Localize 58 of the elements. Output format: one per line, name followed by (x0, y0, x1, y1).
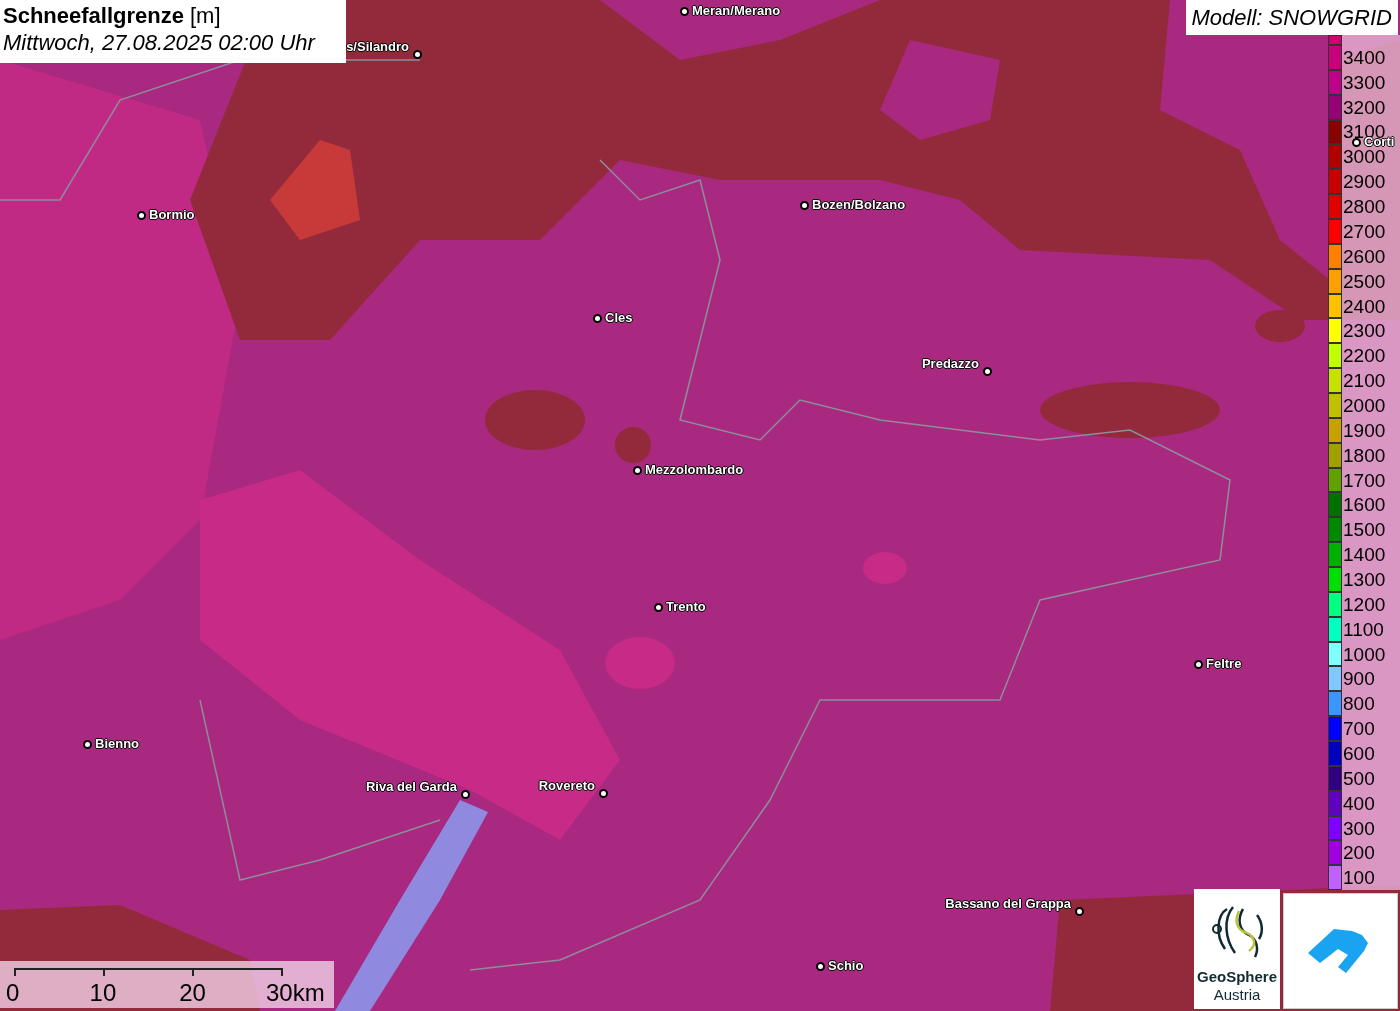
scale-tick-label: 10 (89, 981, 117, 1005)
legend-value: 1700 (1343, 470, 1386, 490)
legend-value: 3000 (1343, 147, 1386, 167)
legend-value: 2400 (1343, 296, 1386, 316)
legend-value: 2800 (1343, 197, 1386, 217)
place-label: Bassano del Grappa (945, 897, 1071, 910)
map-title: Schneefallgrenze (3, 3, 184, 29)
place-label: Riva del Garda (365, 780, 457, 793)
legend-value: 2700 (1343, 221, 1386, 241)
model-label: Modell: SNOWGRID (1185, 0, 1398, 35)
logo-subtitle: Austria (1213, 987, 1261, 1002)
place-label: Predazzo (921, 357, 979, 370)
legend-value: 1600 (1343, 495, 1386, 515)
place-label: Meran/Merano (692, 4, 781, 17)
legend-value: 800 (1343, 694, 1375, 714)
legend-value: 700 (1343, 719, 1375, 739)
legend-value: 2300 (1343, 321, 1386, 341)
place-label: Mezzolombardo (645, 463, 744, 476)
legend-value: 1900 (1343, 420, 1386, 440)
unit-label: [m] (189, 3, 221, 29)
legend-value: 3300 (1343, 72, 1386, 92)
legend-value: 2000 (1343, 395, 1386, 415)
legend-value: 1500 (1343, 520, 1386, 540)
legend-value: 3200 (1343, 97, 1386, 117)
legend-value: 900 (1343, 669, 1375, 689)
legend-value: 1800 (1343, 445, 1386, 465)
logo-wordmark: GeoSphere (1197, 969, 1277, 984)
scale-tick-label: 20 (179, 981, 206, 1005)
legend-value: 2200 (1343, 346, 1386, 366)
legend-value: 1200 (1343, 594, 1386, 614)
place-label: Bozen/Bolzano (812, 198, 906, 211)
legend-value: 600 (1343, 743, 1375, 763)
scale-tick-label: 30km (266, 981, 325, 1005)
legend-value: 3400 (1343, 47, 1386, 67)
place-label: Feltre (1206, 657, 1242, 670)
legend-value: 1400 (1343, 545, 1386, 565)
legend-value: 500 (1343, 768, 1375, 788)
scale-tick-label: 0 (6, 981, 20, 1005)
legend-value: 1000 (1343, 644, 1386, 664)
place-label: Trento (666, 600, 706, 613)
place-label: Cles (605, 311, 633, 324)
place-label: Bienno (95, 737, 140, 750)
legend-value: 2900 (1343, 172, 1386, 192)
legend-value: 2100 (1343, 371, 1386, 391)
contour-logo-icon (1209, 905, 1265, 959)
legend-value: 2600 (1343, 246, 1386, 266)
legend-value: 100 (1343, 868, 1375, 888)
legend-value: 2500 (1343, 271, 1386, 291)
legend-value: 300 (1343, 818, 1375, 838)
datetime-label: Mittwoch, 27.08.2025 02:00 Uhr (3, 29, 317, 57)
legend-value: 400 (1343, 793, 1375, 813)
legend-value: 1100 (1343, 619, 1384, 639)
legend-value: 1300 (1343, 569, 1386, 589)
place-label: Rovereto (538, 779, 595, 792)
place-label: Bormio (149, 208, 195, 221)
place-label: s/Silandro (346, 40, 409, 53)
legend-value: 200 (1343, 843, 1375, 863)
place-label: Schio (828, 959, 864, 972)
